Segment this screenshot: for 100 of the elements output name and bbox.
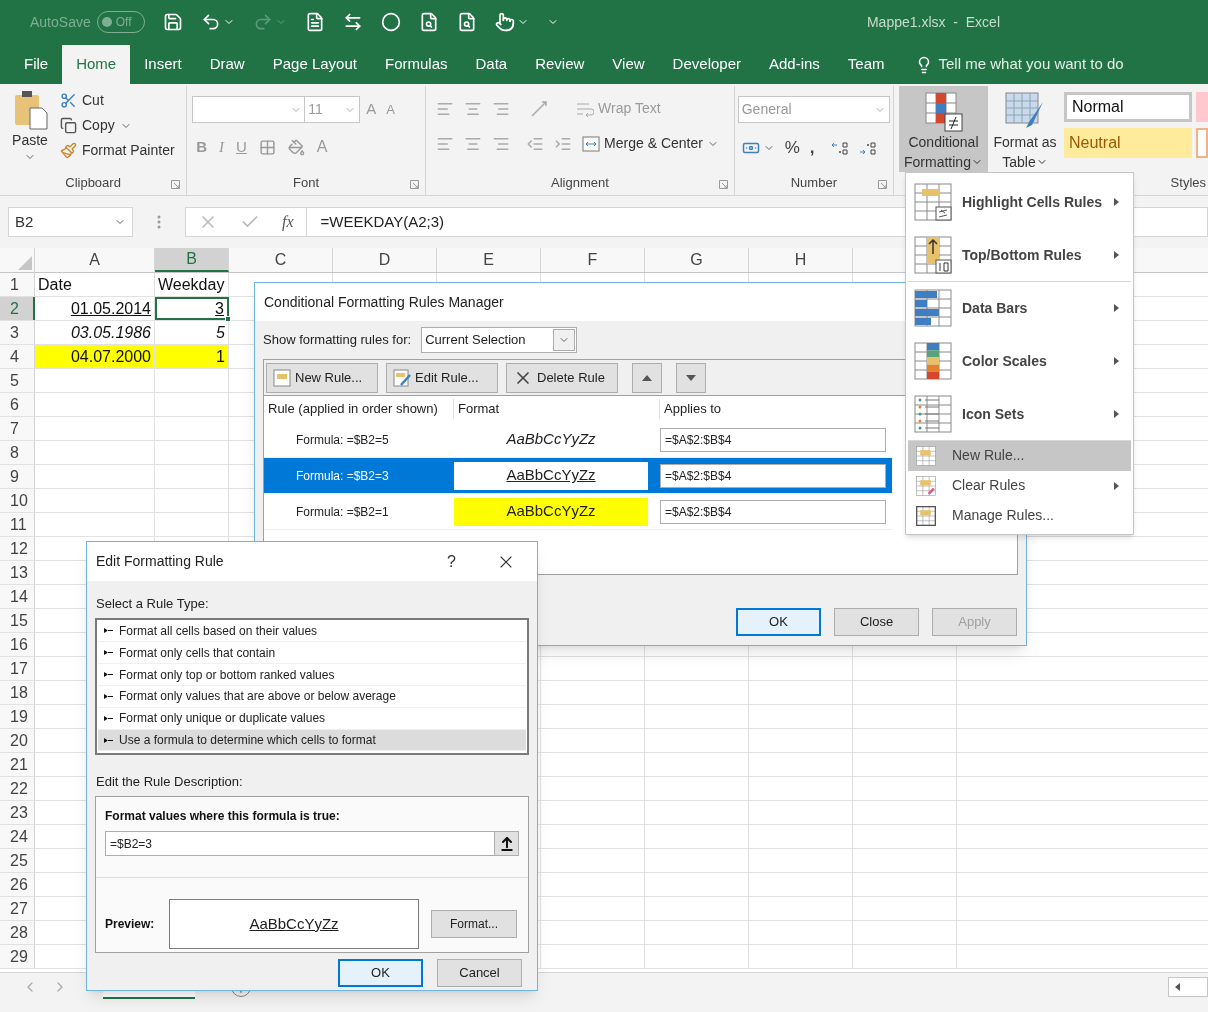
cut-button[interactable]: Cut <box>60 90 175 111</box>
ribbon-tab[interactable]: Data <box>461 45 522 84</box>
move-up-button[interactable] <box>632 362 662 393</box>
ribbon-tab[interactable]: Home <box>62 45 131 84</box>
toolbar-button[interactable]: Edit Rule... <box>386 362 498 393</box>
menu-item[interactable]: Data Bars <box>908 282 1131 335</box>
menu-item[interactable]: Top/Bottom Rules <box>908 229 1131 282</box>
ribbon-tab[interactable]: Insert <box>130 45 196 84</box>
rule-type-item[interactable]: Format only values that are above or below average <box>98 686 526 708</box>
name-box[interactable]: B2 <box>8 207 133 237</box>
row-header[interactable]: 28 <box>0 921 35 944</box>
fill-handle[interactable] <box>225 316 231 322</box>
font-name-field[interactable] <box>192 96 306 123</box>
dialog-launcher-icon[interactable] <box>718 180 728 189</box>
format-button[interactable]: Format... <box>431 910 517 938</box>
table-cell[interactable]: 5 <box>155 321 229 344</box>
row-header[interactable]: 10 <box>0 489 35 512</box>
row-header[interactable]: 12 <box>0 537 35 560</box>
table-cell[interactable]: Weekday <box>155 273 229 296</box>
row-header[interactable]: 9 <box>0 465 35 488</box>
row-header[interactable]: 5 <box>0 369 35 392</box>
format-painter-button[interactable]: Format Painter <box>60 140 175 161</box>
row-header[interactable]: 18 <box>0 681 35 704</box>
percent-button[interactable]: % <box>784 135 800 161</box>
column-header[interactable]: B <box>155 248 229 272</box>
rule-type-item[interactable]: Format only unique or duplicate values <box>98 707 526 730</box>
paste-button[interactable]: Paste <box>6 90 54 173</box>
horizontal-scrollbar[interactable] <box>1168 976 1208 997</box>
cell-style-swatch[interactable] <box>1196 128 1208 158</box>
fill-color-icon[interactable] <box>287 138 305 156</box>
rule-type-item[interactable]: Format all cells based on their values <box>98 620 526 643</box>
menu-item[interactable]: Manage Rules... <box>908 501 1131 531</box>
ribbon-tab[interactable]: Add-ins <box>755 45 834 84</box>
rules-scope-dropdown[interactable]: Current Selection <box>421 327 578 353</box>
table-cell[interactable]: 04.07.2000 <box>35 345 155 368</box>
row-header[interactable]: 27 <box>0 897 35 920</box>
row-header[interactable]: 29 <box>0 945 35 968</box>
rule-type-item[interactable]: Use a formula to determine which cells to format <box>98 729 526 752</box>
merge-center-button[interactable]: Merge & Center <box>582 133 719 154</box>
row-header[interactable]: 11 <box>0 513 35 536</box>
ribbon-tab[interactable]: Team <box>833 45 899 84</box>
table-cell[interactable]: 01.05.2014 <box>35 297 155 320</box>
menu-item[interactable]: Clear Rules <box>908 471 1131 501</box>
table-cell[interactable]: 03.05.1986 <box>35 321 155 344</box>
row-header[interactable]: 14 <box>0 585 35 608</box>
row-header[interactable]: 13 <box>0 561 35 584</box>
row-header[interactable]: 17 <box>0 657 35 680</box>
column-header[interactable]: E <box>437 248 541 272</box>
toolbar-button[interactable]: New Rule... <box>266 362 378 393</box>
ribbon-tab[interactable]: Developer <box>658 45 755 84</box>
dialog-button[interactable]: Close <box>834 608 919 636</box>
undo-icon[interactable] <box>200 12 221 32</box>
row-header[interactable]: 20 <box>0 729 35 752</box>
increase-decimal-icon[interactable] <box>830 139 849 156</box>
dialog-launcher-icon[interactable] <box>878 180 887 189</box>
row-header[interactable]: 3 <box>0 321 35 344</box>
dialog-button[interactable]: OK <box>338 959 423 987</box>
menu-item[interactable]: New Rule... <box>908 441 1131 471</box>
row-header[interactable]: 24 <box>0 825 35 848</box>
help-button[interactable]: ? <box>447 549 456 574</box>
format-as-table-button[interactable]: Format as Table <box>988 86 1062 172</box>
row-header[interactable]: 23 <box>0 801 35 824</box>
cell-style-swatch[interactable]: Normal <box>1064 92 1192 122</box>
toolbar-button[interactable]: Delete Rule <box>506 362 618 393</box>
column-header[interactable]: C <box>229 248 333 272</box>
row-header[interactable]: 21 <box>0 753 35 776</box>
circle-icon[interactable] <box>380 12 401 32</box>
rule-type-item[interactable]: Format only cells that contain <box>98 642 526 665</box>
dialog-button[interactable]: OK <box>736 608 821 636</box>
column-header[interactable]: D <box>333 248 437 272</box>
table-cell[interactable]: 3 <box>155 297 229 320</box>
row-header[interactable]: 22 <box>0 777 35 800</box>
dialog-button[interactable]: Cancel <box>437 959 522 987</box>
row-header[interactable]: 25 <box>0 849 35 872</box>
move-down-button[interactable] <box>676 362 706 393</box>
ribbon-tab[interactable]: Formulas <box>370 45 462 84</box>
save-icon[interactable] <box>162 12 183 32</box>
borders-icon[interactable] <box>258 138 276 156</box>
applies-to-field[interactable]: =$A$2:$B$4 <box>660 427 886 452</box>
menu-item[interactable]: Color Scales <box>908 335 1131 388</box>
tell-me-field[interactable]: Tell me what you want to do <box>938 53 1124 76</box>
formula-input[interactable]: =$B2=3 <box>105 831 519 856</box>
copy-button[interactable]: Copy <box>60 115 175 136</box>
table-cell[interactable]: Date <box>35 273 155 296</box>
conditional-formatting-button[interactable]: Conditional Formatting <box>899 86 988 172</box>
cell-style-swatch[interactable] <box>1196 92 1208 122</box>
dialog-launcher-icon[interactable] <box>171 180 181 189</box>
collapse-icon[interactable] <box>498 835 515 852</box>
row-header[interactable]: 8 <box>0 441 35 464</box>
row-header[interactable]: 7 <box>0 417 35 440</box>
rule-row[interactable]: Formula: =$B2=3 AaBbCcYyZz =$A$2:$B$4 <box>264 458 892 494</box>
ribbon-tab[interactable]: Draw <box>195 45 259 84</box>
row-header[interactable]: 16 <box>0 633 35 656</box>
applies-to-field[interactable]: =$A$2:$B$4 <box>660 463 886 488</box>
row-header[interactable]: 4 <box>0 345 35 368</box>
rule-type-item[interactable]: Format only top or bottom ranked values <box>98 664 526 686</box>
row-header[interactable]: 19 <box>0 705 35 728</box>
touch-icon[interactable] <box>494 12 515 32</box>
decrease-decimal-icon[interactable] <box>858 139 877 156</box>
row-header[interactable]: 15 <box>0 609 35 632</box>
